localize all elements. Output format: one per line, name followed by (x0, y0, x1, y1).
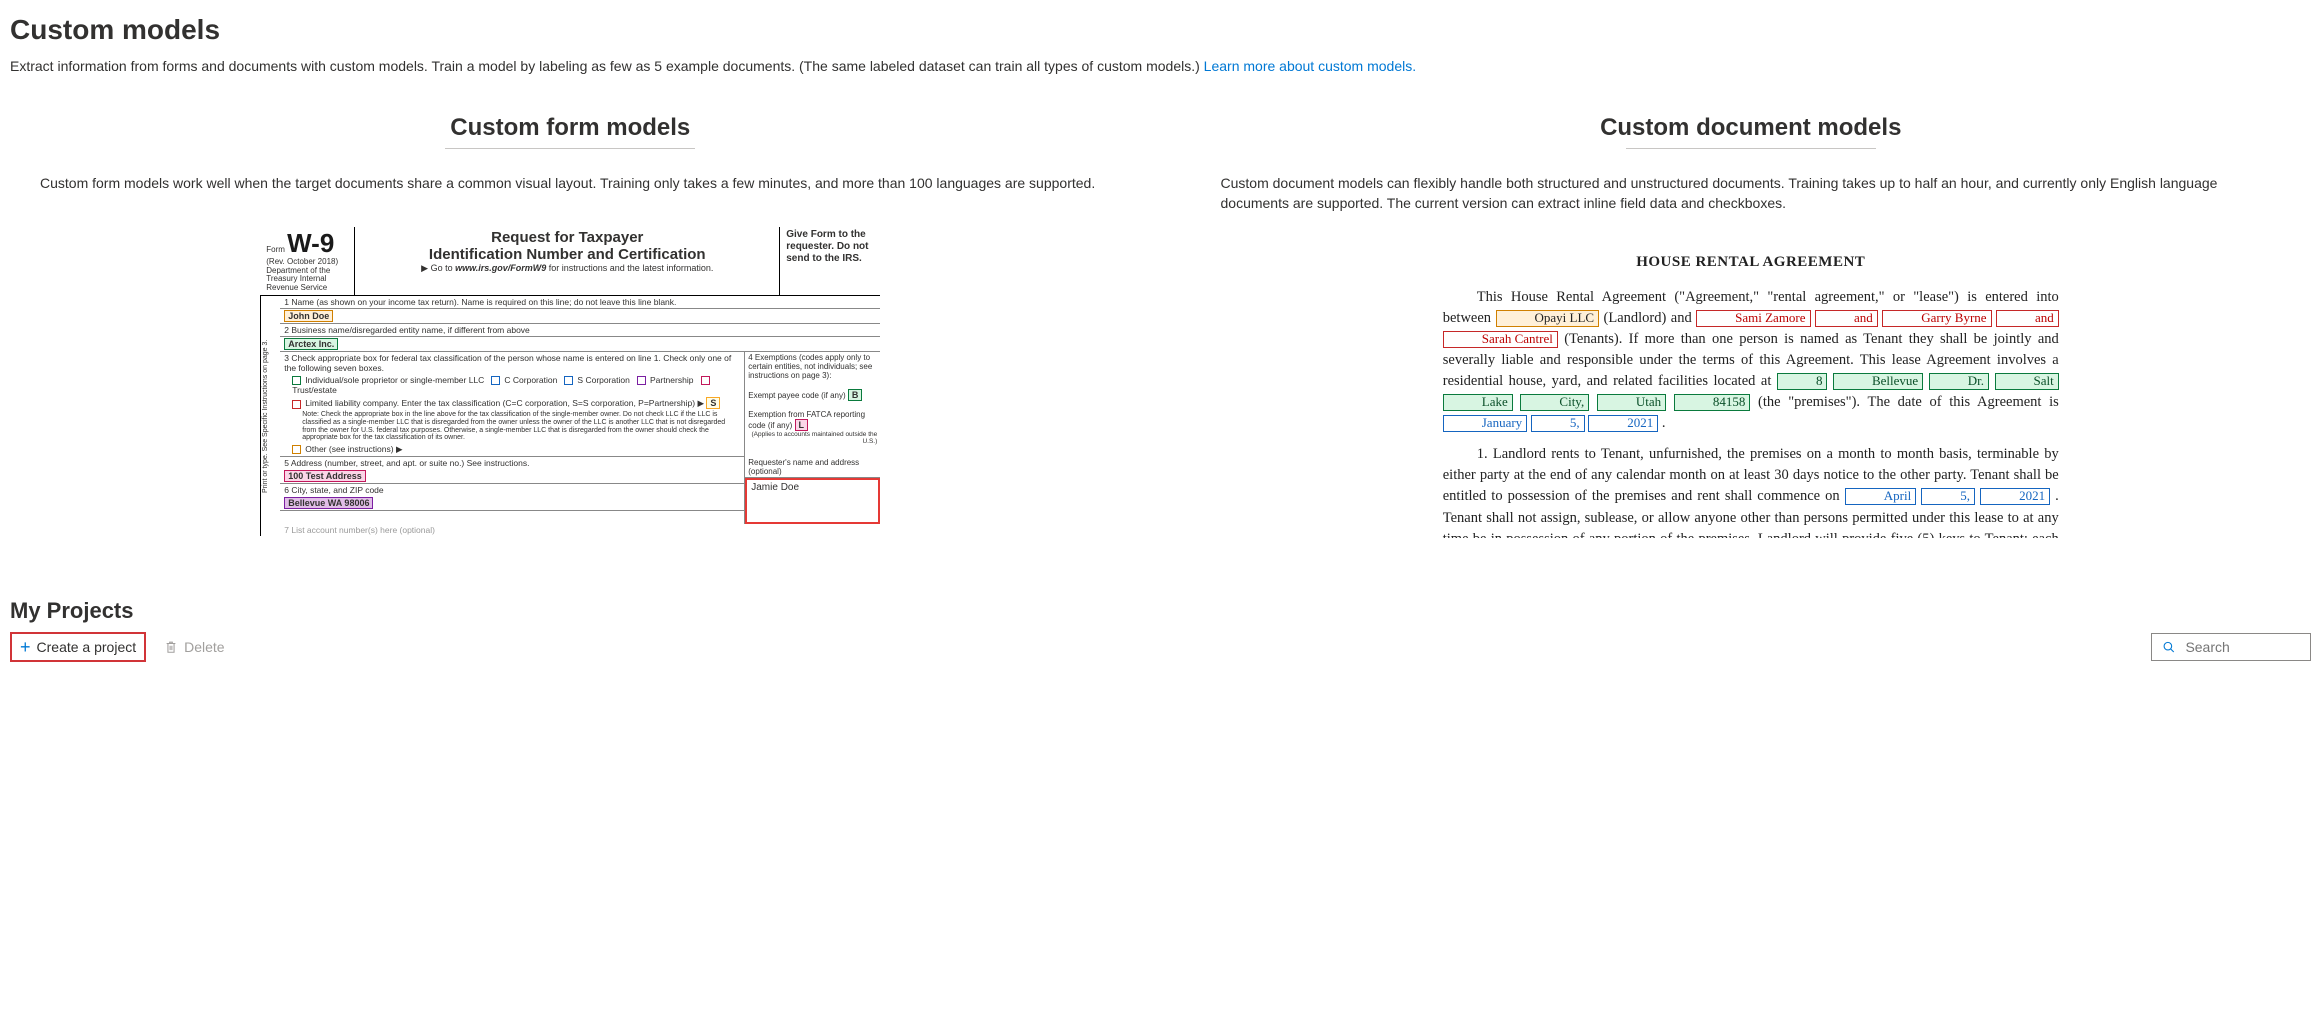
doc-title: HOUSE RENTAL AGREEMENT (1443, 252, 2059, 274)
search-box[interactable] (2151, 633, 2311, 661)
w9-csz: Bellevue WA 98006 (284, 497, 373, 509)
page-title: Custom models (10, 14, 2311, 46)
learn-more-link[interactable]: Learn more about custom models. (1204, 58, 1416, 74)
w9-line2: 2 Business name/disregarded entity name,… (280, 324, 880, 337)
w9-form-id: W-9 (287, 228, 334, 258)
w9-name-value: John Doe (284, 310, 333, 322)
custom-form-column: Custom form models Custom form models wo… (10, 114, 1131, 538)
plus-icon: + (20, 638, 31, 656)
delete-button[interactable]: Delete (164, 639, 224, 655)
w9-requester: Jamie Doe (745, 478, 880, 524)
create-project-label: Create a project (37, 639, 137, 655)
form-models-heading: Custom form models (10, 114, 1131, 142)
w9-line5: 5 Address (number, street, and apt. or s… (280, 457, 744, 469)
doc-models-desc: Custom document models can flexibly hand… (1191, 173, 2312, 234)
w9-line7: 7 List account number(s) here (optional) (280, 524, 880, 536)
create-project-button[interactable]: + Create a project (10, 632, 146, 662)
my-projects-heading: My Projects (10, 598, 2311, 624)
w9-address: 100 Test Address (284, 470, 366, 482)
w9-form-preview: Form W-9 (Rev. October 2018) Department … (260, 227, 880, 536)
w9-dept: Department of the Treasury Internal Reve… (266, 266, 330, 293)
custom-doc-column: Custom document models Custom document m… (1191, 114, 2312, 538)
delete-label: Delete (184, 639, 224, 655)
doc-models-heading: Custom document models (1191, 114, 2312, 142)
landlord-box: Opayi LLC (1496, 310, 1600, 326)
form-models-desc: Custom form models work well when the ta… (10, 173, 1131, 213)
w9-give: Give Form to the requester. Do not send … (780, 227, 880, 295)
w9-line3: 3 Check appropriate box for federal tax … (280, 352, 744, 374)
w9-form-label: Form (266, 245, 285, 254)
projects-toolbar: + Create a project Delete (10, 632, 2311, 662)
w9-rev: (Rev. October 2018) (266, 257, 338, 266)
w9-line6: 6 City, state, and ZIP code (280, 484, 744, 496)
trash-icon (164, 640, 178, 654)
search-input[interactable] (2183, 638, 2300, 656)
w9-side-tab: Print or type. See Specific Instructions… (260, 296, 280, 536)
w9-title1: Request for Taxpayer (361, 229, 773, 246)
w9-biz-value: Arctex Inc. (284, 338, 338, 350)
rental-doc-preview: HOUSE RENTAL AGREEMENT This House Rental… (1441, 248, 2061, 538)
page-subtitle: Extract information from forms and docum… (10, 58, 2311, 74)
w9-line1: 1 Name (as shown on your income tax retu… (280, 296, 880, 309)
w9-title2: Identification Number and Certification (361, 246, 773, 263)
search-icon (2162, 639, 2175, 655)
subtitle-text: Extract information from forms and docum… (10, 58, 1204, 74)
